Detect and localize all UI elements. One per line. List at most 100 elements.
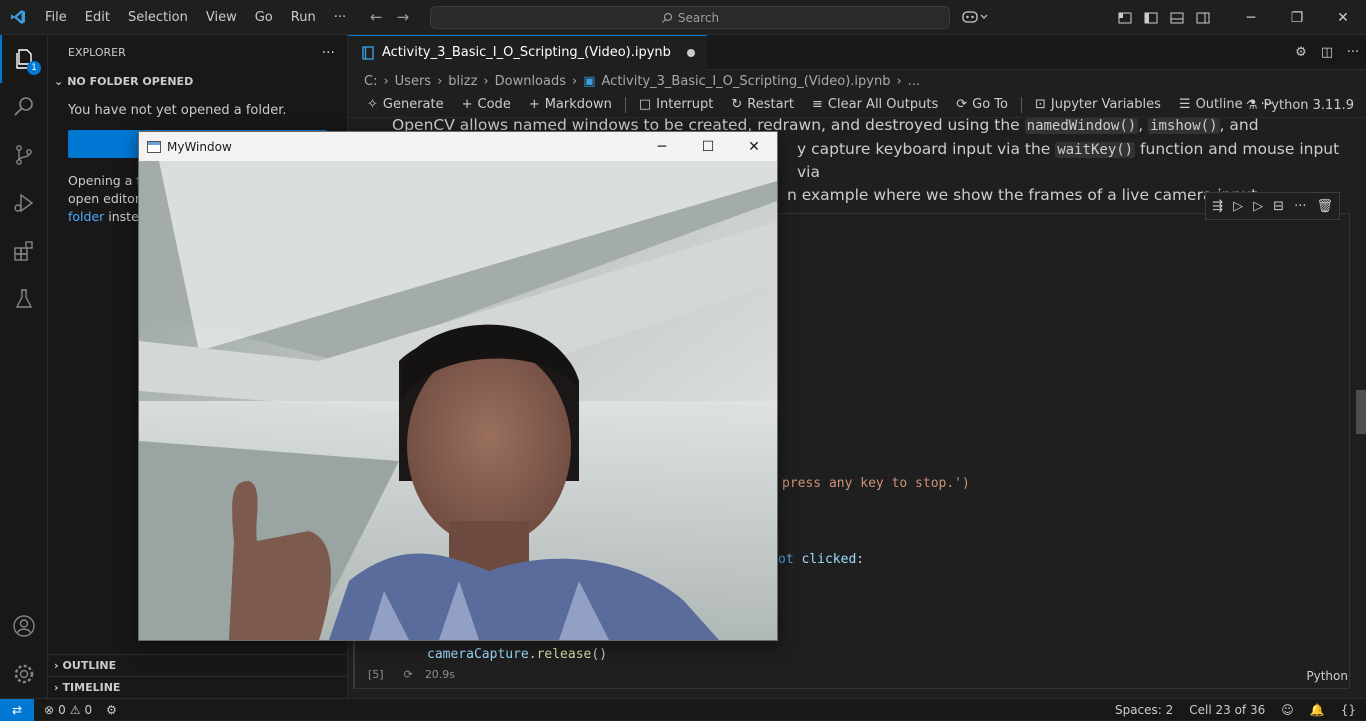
split-editor-icon[interactable]: ◫ [1314,45,1340,60]
cell-language[interactable]: Python [1306,669,1348,683]
hint-folder-link[interactable]: folder [68,209,104,224]
debug-icon[interactable]: ⚙ [92,703,117,717]
toggle-panel-icon[interactable] [1164,11,1190,25]
copilot-icon[interactable] [962,9,988,29]
problems-indicator[interactable]: ⊗ 0 ⚠ 0 [34,703,92,717]
execution-count: [5] [368,668,384,681]
close-icon[interactable]: ✕ [731,132,777,161]
cell-more-icon[interactable]: ··· [1294,199,1306,214]
notebook-file-icon: ▣ [583,73,596,89]
window-app-icon [147,140,161,153]
menu-go[interactable]: Go [246,10,282,25]
breadcrumb-downloads[interactable]: Downloads [495,74,566,89]
remote-icon[interactable]: ⇄ [0,698,34,721]
search-view-icon[interactable] [0,83,48,131]
opencv-window-controls: ─ ☐ ✕ [639,132,777,161]
no-folder-section[interactable]: ⌄ NO FOLDER OPENED [48,70,347,92]
menu-view[interactable]: View [197,10,246,25]
toggle-secondary-sidebar-icon[interactable] [1190,11,1216,25]
language-status-icon[interactable]: {} [1341,703,1356,717]
status-bar: ⇄ ⊗ 0 ⚠ 0 ⚙ Spaces: 2 Cell 23 of 36 ☺ 🔔 … [0,698,1366,721]
add-markdown-button[interactable]: + Markdown [520,97,621,112]
editor-more-icon[interactable]: ··· [1340,45,1366,60]
menu-more[interactable]: ··· [325,10,355,25]
delete-cell-icon[interactable]: 🗑 [1316,199,1333,214]
cell-position-status[interactable]: Cell 23 of 36 [1189,703,1265,717]
breadcrumb-more[interactable]: ... [908,74,920,89]
restart-label: Restart [747,97,795,112]
generate-button[interactable]: ✧ Generate [358,97,453,112]
menu-run[interactable]: Run [282,10,325,25]
add-code-button[interactable]: + Code [453,97,520,112]
restore-icon[interactable]: ❐ [1274,0,1320,35]
explorer-more-icon[interactable]: ··· [322,45,335,61]
toolbar-separator [1021,96,1022,113]
forward-arrow-icon[interactable]: → [397,8,410,26]
breadcrumb-users[interactable]: Users [395,74,431,89]
extensions-icon[interactable] [0,227,48,275]
md-text: , [1138,116,1149,134]
explorer-header: EXPLORER ··· [48,35,347,70]
back-arrow-icon[interactable]: ← [370,8,383,26]
md-inline-code: waitKey() [1055,141,1136,158]
run-debug-icon[interactable] [0,179,48,227]
menu-file[interactable]: File [36,10,76,25]
clear-outputs-button[interactable]: ≡ Clear All Outputs [803,97,947,112]
notebook-file-icon [362,45,374,60]
error-icon: ⊗ [44,702,55,717]
jupyter-variables-button[interactable]: ⊡ Jupyter Variables [1026,97,1170,112]
timeline-section[interactable]: › TIMELINE [48,676,348,698]
indentation-status[interactable]: Spaces: 2 [1115,703,1173,717]
explorer-icon[interactable]: 1 [0,35,48,83]
minimize-icon[interactable]: ─ [1228,0,1274,35]
split-cell-icon[interactable]: ⊟ [1273,199,1284,214]
outline-section[interactable]: › OUTLINE [48,654,348,676]
gear-icon[interactable]: ⚙ [1288,45,1314,60]
interrupt-button[interactable]: □ Interrupt [630,97,723,112]
camera-frame-image [139,161,777,640]
notifications-bell-icon[interactable]: 🔔 [1310,703,1325,717]
minimize-icon[interactable]: ─ [639,132,685,161]
title-bar-right: ─ ❐ ✕ [1112,0,1366,35]
hint-text-1: Opening a f [68,173,141,188]
breadcrumb-user[interactable]: blizz [448,74,477,89]
vscode-logo-icon [0,0,36,35]
search-placeholder: Search [677,10,720,25]
restart-button[interactable]: ↻ Restart [722,97,803,112]
menu-selection[interactable]: Selection [119,10,197,25]
chevron-right-icon: › [54,659,59,672]
cell-execution-info: [5] ⟳ 20.9s [368,668,455,681]
source-control-icon[interactable] [0,131,48,179]
goto-label: Go To [972,97,1008,112]
accounts-icon[interactable] [0,602,48,650]
copilot-status-icon[interactable]: ☺ [1281,703,1294,717]
menu-edit[interactable]: Edit [76,10,119,25]
opencv-title-bar[interactable]: MyWindow ─ ☐ ✕ [139,132,777,161]
goto-button[interactable]: ⟳ Go To [947,97,1017,112]
testing-flask-icon[interactable] [0,275,48,323]
code-line-print: press any key to stop.') [782,476,970,491]
timeline-label: TIMELINE [62,681,121,694]
unsaved-dot-icon[interactable] [686,48,695,57]
breadcrumb-file[interactable]: Activity_3_Basic_I_O_Scripting_(Video).i… [602,74,891,89]
tab-notebook[interactable]: Activity_3_Basic_I_O_Scripting_(Video).i… [348,34,707,70]
editor-scrollbar[interactable] [1356,390,1366,434]
customize-layout-icon[interactable] [1112,11,1138,25]
markdown-label: Markdown [544,97,612,112]
execute-above-icon[interactable]: ⇶ [1212,199,1223,214]
execute-cell-below-icon[interactable]: ▷ [1233,199,1243,214]
manage-gear-icon[interactable] [0,650,48,698]
editor-actions: ⚙ ◫ ··· [1288,35,1366,70]
clear-outputs-label: Clear All Outputs [827,97,939,112]
close-icon[interactable]: ✕ [1320,0,1366,35]
editor-tabs: Activity_3_Basic_I_O_Scripting_(Video).i… [348,34,1366,70]
outline-button[interactable]: ☰ Outline [1170,97,1252,112]
breadcrumb-drive[interactable]: C: [364,74,377,89]
opencv-window[interactable]: MyWindow ─ ☐ ✕ [138,131,778,641]
execute-below-icon[interactable]: ▷ [1253,199,1263,214]
no-folder-label: NO FOLDER OPENED [67,74,194,88]
command-center-search[interactable]: Search [430,6,950,29]
toggle-primary-sidebar-icon[interactable] [1138,11,1164,25]
chevron-right-icon: › [54,681,59,694]
maximize-icon[interactable]: ☐ [685,132,731,161]
